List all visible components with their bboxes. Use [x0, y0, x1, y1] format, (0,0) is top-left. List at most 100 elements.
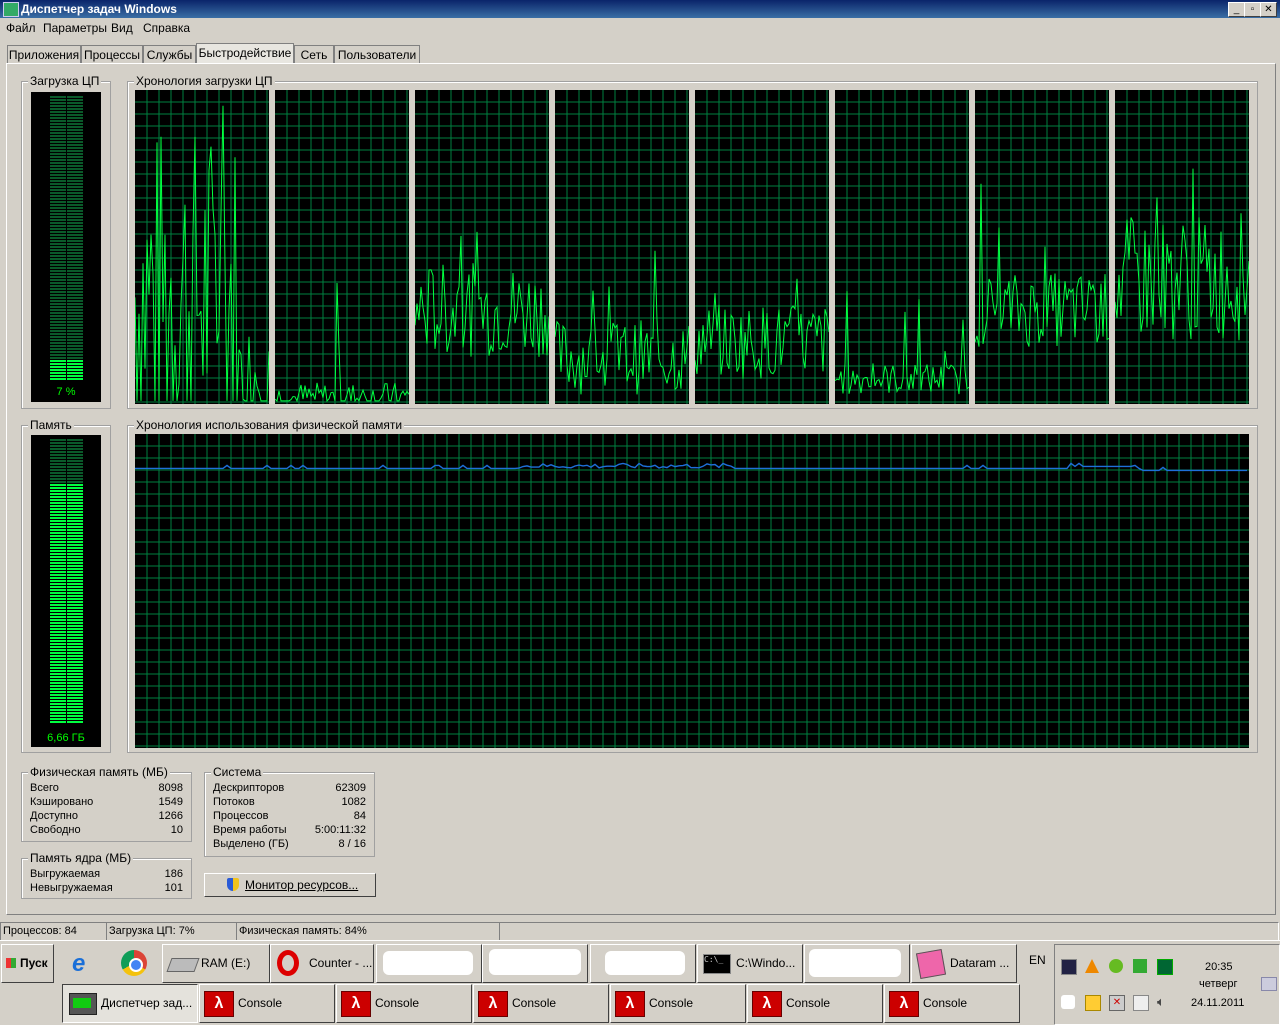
cpu-core-graph [694, 90, 830, 404]
taskbar-console-5[interactable]: λ Console [747, 984, 883, 1023]
meter-segment [67, 577, 83, 579]
cpu-core-trace [1114, 168, 1250, 341]
meter-segment [50, 174, 66, 176]
memory-history-group: Хронология использования физической памя… [127, 418, 1258, 753]
taskbar-opera[interactable]: Counter - ... [270, 944, 374, 983]
memory-group: Память 6,66 ГБ [21, 418, 111, 753]
meter-segment [67, 679, 83, 681]
meter-segment [50, 526, 66, 528]
warning-icon[interactable] [1085, 959, 1099, 973]
meter-segment [67, 378, 83, 380]
meter-segment [50, 622, 66, 624]
blank-tray-icon[interactable] [1061, 995, 1075, 1009]
taskbar-opera-label: Counter - ... [309, 956, 373, 970]
meter-segment [67, 592, 83, 594]
chrome-quicklaunch[interactable] [112, 944, 158, 983]
meter-segment [67, 499, 83, 501]
meter-segment [50, 568, 66, 570]
taskbar-ram-drive[interactable]: RAM (E:) [162, 944, 270, 983]
meter-segment [67, 661, 83, 663]
monitor-tray-icon[interactable] [1157, 959, 1173, 975]
status-cpu: Загрузка ЦП: 7% [106, 922, 237, 941]
meter-segment [50, 282, 66, 284]
meter-segment [50, 321, 66, 323]
close-button[interactable]: ✕ [1260, 2, 1277, 17]
cpu-core-graph [414, 90, 550, 404]
hard-disk-sentinel-icon[interactable] [1061, 959, 1077, 975]
meter-segment [67, 571, 83, 573]
meter-segment [50, 535, 66, 537]
taskbar-hidden-2[interactable] [482, 944, 588, 983]
meter-segment [67, 502, 83, 504]
taskbar-console-3[interactable]: λ Console [473, 984, 609, 1023]
meter-segment [67, 126, 83, 128]
taskbar-console-1[interactable]: λ Console [199, 984, 335, 1023]
resource-monitor-button[interactable]: Монитор ресурсов... [204, 873, 376, 897]
memory-history-plot [135, 434, 1249, 748]
meter-segment [50, 586, 66, 588]
tab-services[interactable]: Службы [143, 45, 196, 64]
taskbar-hidden-4[interactable] [804, 944, 910, 983]
meter-segment [50, 493, 66, 495]
tab-performance[interactable]: Быстродействие [196, 43, 294, 64]
show-desktop-icon[interactable] [1261, 977, 1277, 991]
meter-segment [50, 565, 66, 567]
tab-users[interactable]: Пользователи [334, 45, 420, 64]
taskbar-console-6[interactable]: λ Console [884, 984, 1020, 1023]
meter-segment [67, 270, 83, 272]
meter-segment [50, 532, 66, 534]
menu-view[interactable]: Вид [111, 21, 133, 35]
start-button[interactable]: Пуск [1, 944, 54, 983]
minimize-button[interactable]: _ [1228, 2, 1245, 17]
sys-processes-value: 84 [353, 810, 366, 822]
meter-segment [67, 216, 83, 218]
meter-segment [67, 210, 83, 212]
taskbar-dataram-label: Dataram ... [950, 956, 1010, 970]
meter-segment [67, 634, 83, 636]
taskbar-hidden-3[interactable] [590, 944, 696, 983]
language-indicator[interactable]: EN [1029, 953, 1046, 967]
meter-segment [67, 511, 83, 513]
nvidia-icon[interactable] [1109, 959, 1123, 973]
taskbar-console-2[interactable]: λ Console [336, 984, 472, 1023]
half-life-icon: λ [341, 991, 371, 1017]
clock-time[interactable]: 20:35 [1205, 961, 1233, 973]
taskbar-console-4[interactable]: λ Console [610, 984, 746, 1023]
menu-file[interactable]: Файл [6, 21, 36, 35]
meter-segment [50, 285, 66, 287]
maximize-button[interactable]: ▫ [1244, 2, 1261, 17]
network-error-icon[interactable]: ✕ [1109, 995, 1125, 1011]
clock-date[interactable]: 24.11.2011 [1191, 997, 1244, 1009]
tab-processes[interactable]: Процессы [81, 45, 143, 64]
meter-segment [50, 318, 66, 320]
cpu-core-graph [554, 90, 690, 404]
meter-segment [50, 243, 66, 245]
clock-day[interactable]: четверг [1199, 978, 1238, 990]
menu-options[interactable]: Параметры [43, 21, 107, 35]
meter-segment [67, 694, 83, 696]
menu-help[interactable]: Справка [143, 21, 190, 35]
meter-segment [67, 147, 83, 149]
tab-network[interactable]: Сеть [294, 45, 334, 64]
meter-segment [50, 231, 66, 233]
network-icon[interactable] [1133, 995, 1149, 1011]
action-center-icon[interactable] [1085, 995, 1101, 1011]
meter-segment [50, 520, 66, 522]
meter-segment [67, 481, 83, 483]
meter-segment [67, 297, 83, 299]
ie-quicklaunch[interactable]: e [62, 944, 108, 983]
meter-segment [67, 174, 83, 176]
volume-icon[interactable]: 🔈︎ [1157, 995, 1171, 1009]
taskbar-hidden-1[interactable] [376, 944, 482, 983]
taskbar-task-manager[interactable]: Диспетчер зад... [62, 984, 198, 1023]
taskbar-dataram[interactable]: Dataram ... [911, 944, 1017, 983]
cpu-core-graph [834, 90, 970, 404]
green-app-icon[interactable] [1133, 959, 1147, 973]
half-life-icon: λ [204, 991, 234, 1017]
tab-applications[interactable]: Приложения [7, 45, 81, 64]
meter-segment [67, 448, 83, 450]
taskbar-cmd[interactable]: C:\_ C:\Windo... [697, 944, 803, 983]
meter-segment [50, 547, 66, 549]
taskbar-ram-label: RAM (E:) [201, 956, 251, 970]
taskbar-console-label: Console [786, 996, 831, 1010]
